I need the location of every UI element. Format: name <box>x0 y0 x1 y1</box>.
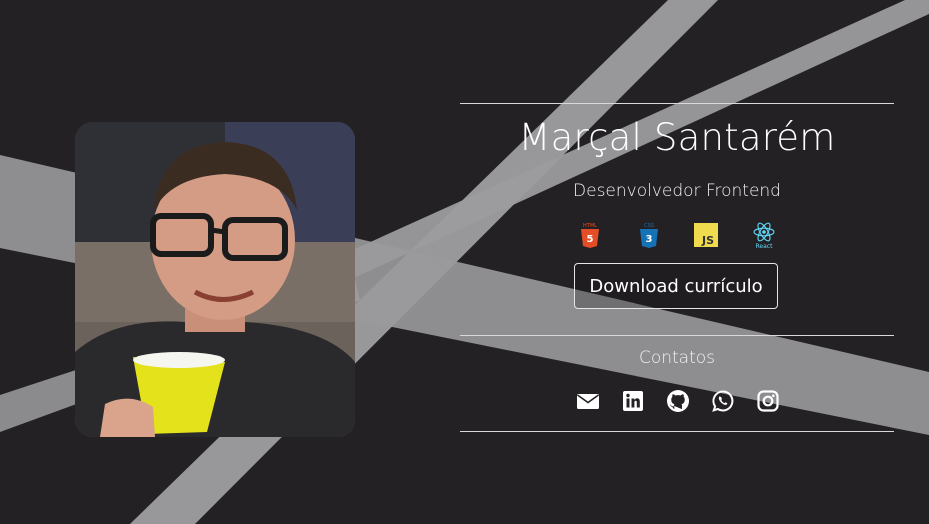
html5-icon: HTML 5 <box>577 221 603 249</box>
svg-text:5: 5 <box>587 234 594 245</box>
tech-stack: HTML 5 CSS 3 JS React <box>577 221 777 251</box>
download-cv-button[interactable]: Download currículo <box>574 263 778 309</box>
middle-divider <box>460 335 894 336</box>
contact-links <box>576 389 780 415</box>
email-icon[interactable] <box>576 389 600 413</box>
css3-icon: CSS 3 <box>636 221 662 249</box>
github-icon[interactable] <box>666 389 690 413</box>
svg-text:CSS: CSS <box>644 223 654 229</box>
whatsapp-icon[interactable] <box>711 389 735 413</box>
profile-name: Marçal Santarém <box>518 116 836 159</box>
instagram-icon[interactable] <box>756 389 780 413</box>
svg-text:HTML: HTML <box>583 223 597 229</box>
linkedin-icon[interactable] <box>621 389 645 413</box>
react-icon: React <box>751 221 777 250</box>
javascript-icon: JS <box>693 221 719 249</box>
page-background: Marçal Santarém Desenvolvedor Frontend H… <box>0 0 929 524</box>
svg-text:3: 3 <box>646 234 653 245</box>
top-divider <box>460 103 894 104</box>
profile-role: Desenvolvedor Frontend <box>573 181 781 201</box>
profile-photo <box>75 122 355 437</box>
bottom-divider <box>460 431 894 432</box>
profile-panel: Marçal Santarém Desenvolvedor Frontend H… <box>460 103 894 433</box>
svg-text:React: React <box>756 243 774 249</box>
contacts-title: Contatos <box>638 348 716 368</box>
svg-text:JS: JS <box>701 234 714 247</box>
